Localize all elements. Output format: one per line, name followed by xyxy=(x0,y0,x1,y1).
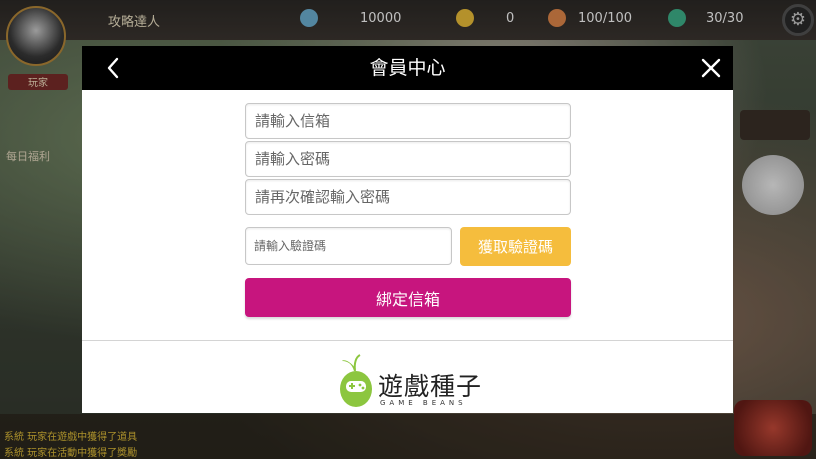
modal-header: 會員中心 xyxy=(82,46,733,90)
bind-email-button[interactable]: 綁定信箱 xyxy=(245,278,571,317)
verification-code-input[interactable] xyxy=(245,227,452,265)
brand-subtitle: GAME BEANS xyxy=(380,399,467,407)
divider xyxy=(82,340,733,341)
back-arrow-icon[interactable] xyxy=(100,54,128,82)
game-beans-logo-icon xyxy=(336,351,376,409)
password-input[interactable] xyxy=(245,141,571,177)
brand-name: 遊戲種子 xyxy=(378,372,483,401)
modal-title: 會員中心 xyxy=(369,57,446,79)
close-icon[interactable] xyxy=(699,56,723,80)
email-input[interactable] xyxy=(245,103,571,139)
get-verification-code-button[interactable]: 獲取驗證碼 xyxy=(460,227,571,266)
confirm-password-input[interactable] xyxy=(245,179,571,215)
member-center-modal: 會員中心 獲取驗證碼 綁定信箱 遊戲種子 GAME BEANS xyxy=(82,46,733,413)
game-beans-logo: 遊戲種子 GAME BEANS xyxy=(336,351,486,409)
